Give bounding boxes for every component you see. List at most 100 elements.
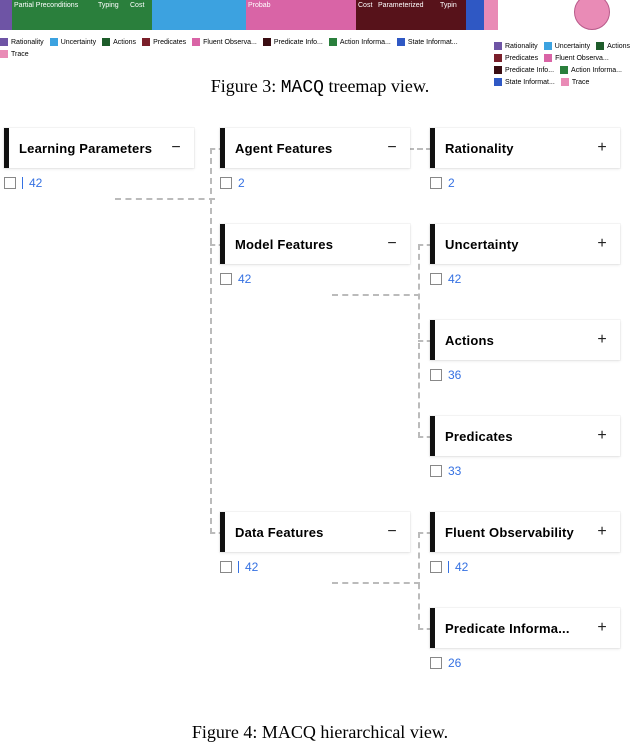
treemap-block-trace[interactable] bbox=[484, 0, 498, 30]
node-count: 33 bbox=[448, 464, 461, 478]
node-meta: 36 bbox=[430, 368, 620, 382]
legend-swatch-icon bbox=[494, 54, 502, 62]
node-meta: 42 bbox=[220, 560, 410, 574]
node-header[interactable]: Agent Features− bbox=[220, 128, 410, 168]
checkbox-icon[interactable] bbox=[220, 177, 232, 189]
checkbox-icon[interactable] bbox=[430, 177, 442, 189]
checkbox-icon[interactable] bbox=[430, 273, 442, 285]
treemap-block-state[interactable] bbox=[466, 0, 484, 30]
legend-swatch-icon bbox=[0, 50, 8, 58]
collapse-icon[interactable]: − bbox=[384, 523, 400, 541]
collapse-icon[interactable]: − bbox=[384, 235, 400, 253]
expand-icon[interactable]: + bbox=[594, 427, 610, 445]
node-title: Actions bbox=[445, 333, 594, 348]
legend-label: Trace bbox=[11, 51, 29, 58]
legend-label: Predicate Info... bbox=[505, 67, 554, 74]
legend-item: Trace bbox=[561, 78, 590, 86]
pie-chart bbox=[574, 0, 610, 30]
node-header[interactable]: Model Features− bbox=[220, 224, 410, 264]
collapse-icon[interactable]: − bbox=[384, 139, 400, 157]
treemap-block-pink2[interactable] bbox=[282, 0, 356, 30]
treemap-block-cost2[interactable]: Cost bbox=[356, 0, 376, 30]
checkbox-icon[interactable] bbox=[220, 273, 232, 285]
node-header[interactable]: Rationality+ bbox=[430, 128, 620, 168]
checkbox-icon[interactable] bbox=[430, 561, 442, 573]
checkbox-icon[interactable] bbox=[4, 177, 16, 189]
node-accent-bar bbox=[430, 416, 435, 456]
node-title: Learning Parameters bbox=[19, 141, 168, 156]
node-accent-bar bbox=[220, 224, 225, 264]
treemap-block-uncertainty[interactable] bbox=[152, 0, 246, 30]
legend-item: Fluent Observa... bbox=[192, 38, 257, 46]
figure4-code: MACQ bbox=[262, 722, 316, 742]
treemap-block-typing[interactable]: Typing bbox=[96, 0, 128, 30]
node-count: 2 bbox=[448, 176, 455, 190]
legend-item: Actions bbox=[102, 38, 136, 46]
legend-swatch-icon bbox=[494, 66, 502, 74]
legend-item: Uncertainty bbox=[544, 42, 590, 50]
treemap-block-probab[interactable]: Probab bbox=[246, 0, 282, 30]
hierarchy-node-model-features: Model Features− 42 bbox=[220, 224, 410, 286]
hierarchy-node-fluent-observability: Fluent Observability+42 bbox=[430, 512, 620, 574]
expand-icon[interactable]: + bbox=[594, 139, 610, 157]
legend-item: Action Informa... bbox=[560, 66, 622, 74]
legend-label: Fluent Observa... bbox=[555, 55, 609, 62]
hierarchy-node-uncertainty: Uncertainty+42 bbox=[430, 224, 620, 286]
node-accent-bar bbox=[220, 512, 225, 552]
legend-swatch-icon bbox=[0, 38, 8, 46]
treemap-block-typing2[interactable]: Typin bbox=[438, 0, 466, 30]
node-header[interactable]: Data Features− bbox=[220, 512, 410, 552]
figure4-prefix: Figure 4: bbox=[192, 722, 262, 742]
legend-item: Predicates bbox=[494, 54, 538, 62]
legend-swatch-icon bbox=[329, 38, 337, 46]
treemap-block-partial-preconditions[interactable]: Partial Preconditions bbox=[12, 0, 96, 30]
node-meta: 2 bbox=[220, 176, 410, 190]
node-header[interactable]: Fluent Observability+ bbox=[430, 512, 620, 552]
collapse-icon[interactable]: − bbox=[168, 139, 184, 157]
legend-label: Actions bbox=[607, 43, 630, 50]
node-header[interactable]: Learning Parameters− bbox=[4, 128, 194, 168]
checkbox-icon[interactable] bbox=[430, 657, 442, 669]
treemap-block-cost[interactable]: Cost bbox=[128, 0, 152, 30]
hierarchy-node-predicate-informa: Predicate Informa...+26 bbox=[430, 608, 620, 670]
node-accent-bar bbox=[430, 320, 435, 360]
hierarchy-node-data-features: Data Features− 42 bbox=[220, 512, 410, 574]
node-count: 42 bbox=[245, 560, 258, 574]
node-count: 42 bbox=[29, 176, 42, 190]
legend-swatch-icon bbox=[50, 38, 58, 46]
node-count: 42 bbox=[455, 560, 468, 574]
legend-label: Predicates bbox=[153, 39, 186, 46]
expand-icon[interactable]: + bbox=[594, 331, 610, 349]
expand-icon[interactable]: + bbox=[594, 235, 610, 253]
treemap-block-parameterized[interactable]: Parameterized bbox=[376, 0, 438, 30]
checkbox-icon[interactable] bbox=[430, 369, 442, 381]
checkbox-icon[interactable] bbox=[220, 561, 232, 573]
legend-swatch-icon bbox=[544, 54, 552, 62]
figure4-suffix: hierarchical view. bbox=[316, 722, 448, 742]
node-header[interactable]: Predicate Informa...+ bbox=[430, 608, 620, 648]
hierarchy-node-learning-parameters: Learning Parameters− 42 bbox=[4, 128, 194, 190]
legend-item: State Informat... bbox=[397, 38, 458, 46]
legend-label: Uncertainty bbox=[555, 43, 590, 50]
legend-label: Predicate Info... bbox=[274, 39, 323, 46]
legend-label: Actions bbox=[113, 39, 136, 46]
node-title: Fluent Observability bbox=[445, 525, 594, 540]
node-header[interactable]: Predicates+ bbox=[430, 416, 620, 456]
node-meta: 42 bbox=[220, 272, 410, 286]
legend-swatch-icon bbox=[102, 38, 110, 46]
expand-icon[interactable]: + bbox=[594, 619, 610, 637]
expand-icon[interactable]: + bbox=[594, 523, 610, 541]
node-count: 42 bbox=[238, 272, 251, 286]
legend-swatch-icon bbox=[561, 78, 569, 86]
node-meta: 26 bbox=[430, 656, 620, 670]
legend-swatch-icon bbox=[263, 38, 271, 46]
treemap-block-rationality[interactable] bbox=[0, 0, 12, 30]
node-title: Predicate Informa... bbox=[445, 621, 594, 636]
node-accent-bar bbox=[4, 128, 9, 168]
hierarchy-node-rationality: Rationality+ 2 bbox=[430, 128, 620, 190]
node-header[interactable]: Uncertainty+ bbox=[430, 224, 620, 264]
checkbox-icon[interactable] bbox=[430, 465, 442, 477]
legend-item: Trace bbox=[0, 50, 29, 58]
node-header[interactable]: Actions+ bbox=[430, 320, 620, 360]
node-accent-bar bbox=[220, 128, 225, 168]
